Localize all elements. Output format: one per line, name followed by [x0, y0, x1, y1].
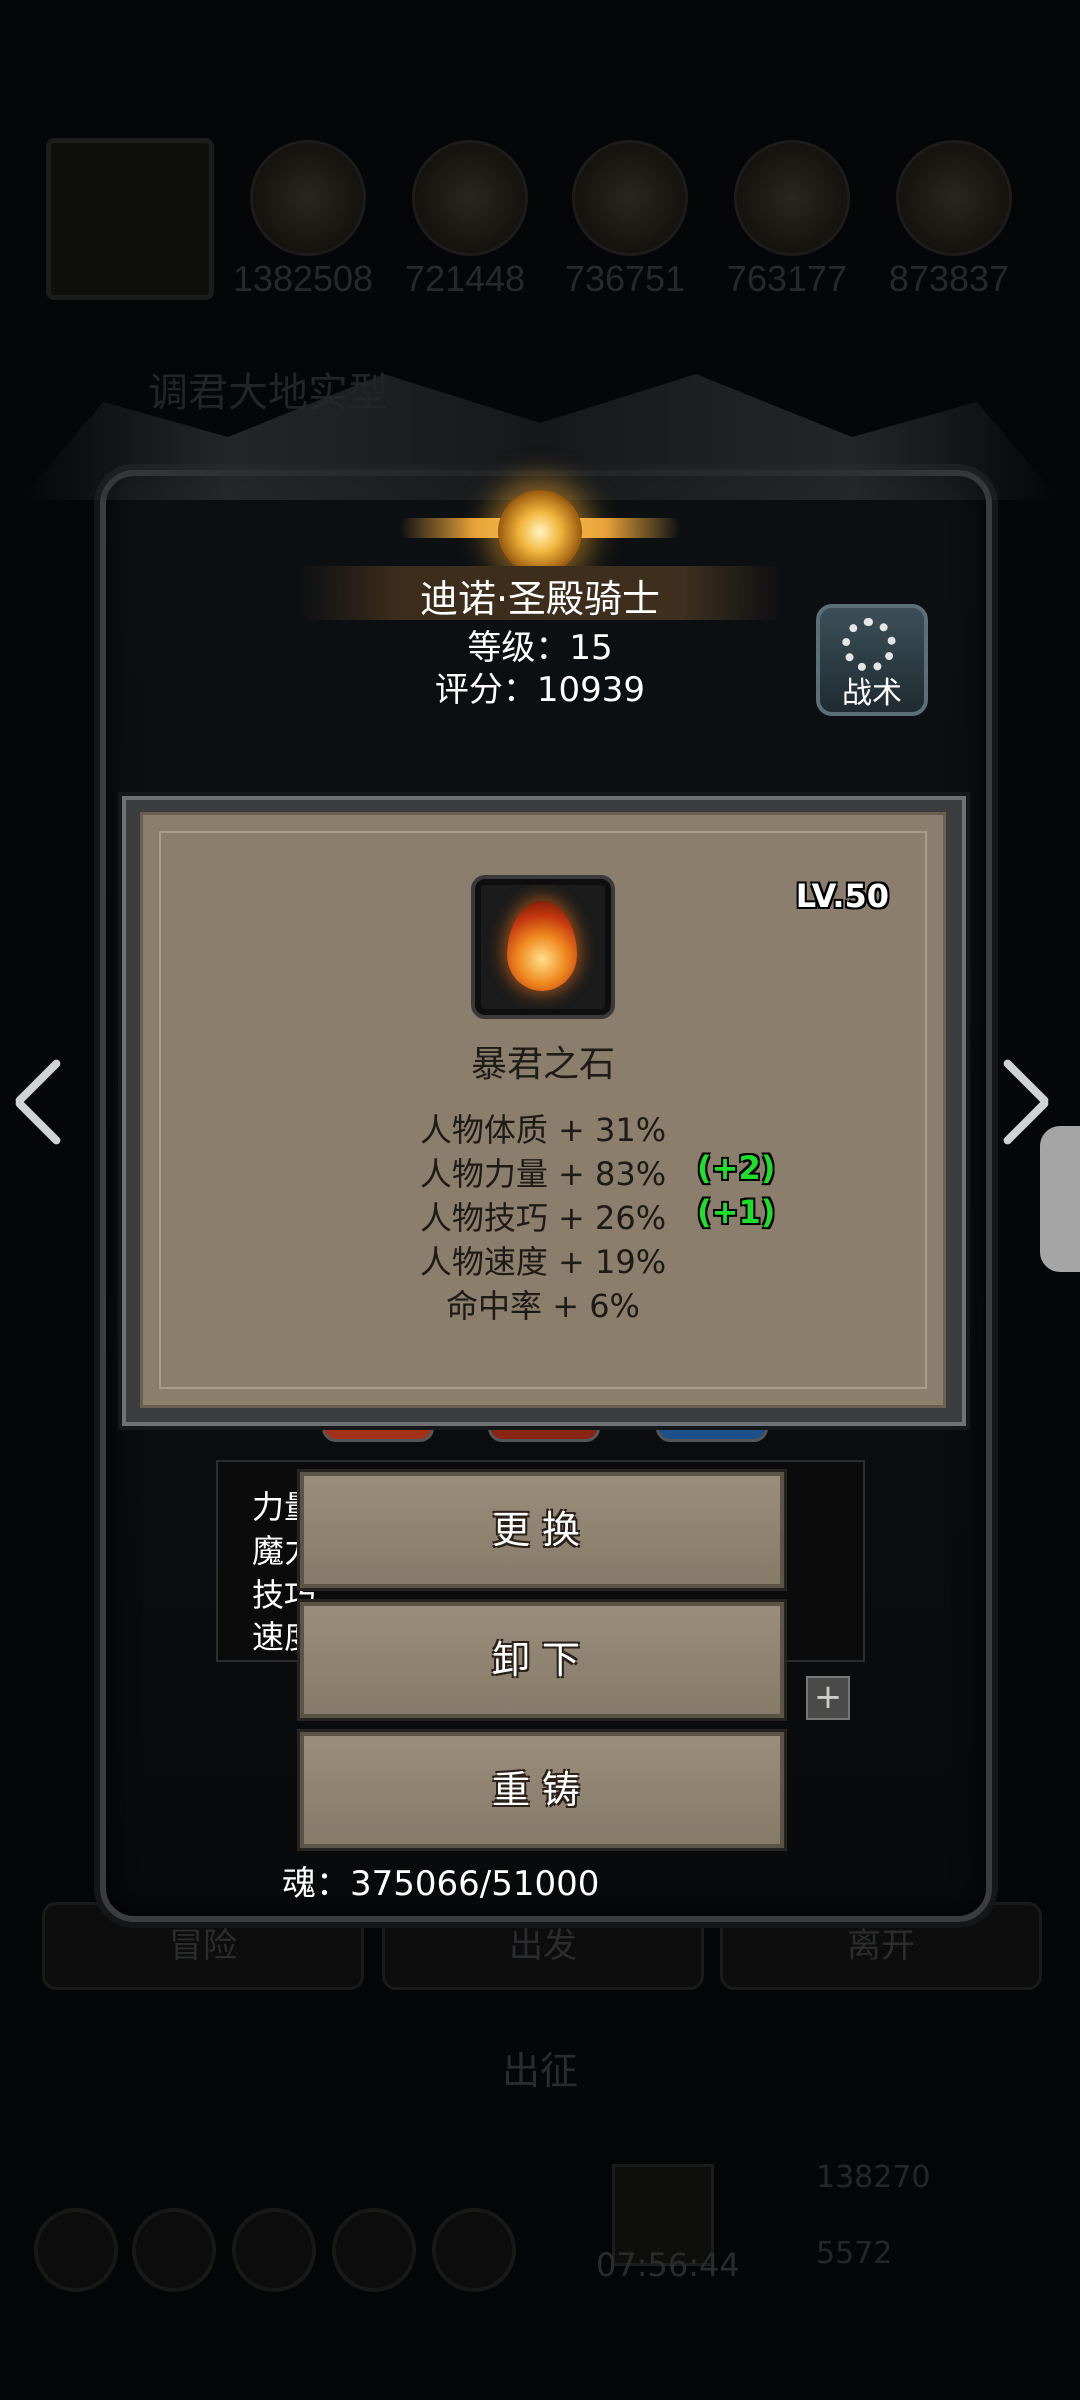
unequip-label: 卸下 — [491, 1638, 592, 1682]
reforge-button[interactable]: 重铸 — [300, 1732, 784, 1848]
expedition-label: 出征 — [501, 2049, 578, 2093]
item-stat: 人物体质 + 31% — [419, 1111, 667, 1149]
side-tab[interactable] — [1040, 1126, 1080, 1272]
item-stat: 人物力量 + 83% — [419, 1155, 667, 1193]
item-level: LV.50 — [795, 877, 889, 915]
replace-label: 更换 — [491, 1508, 592, 1552]
item-name: 暴君之石 — [470, 1044, 615, 1085]
item-stat: 人物技巧 + 26% — [419, 1199, 667, 1237]
resource-count: 1382508 — [232, 258, 374, 299]
gold-count: 138270 — [816, 2160, 931, 2195]
gem-count: 5572 — [816, 2236, 893, 2271]
hero-portrait — [46, 138, 214, 300]
gear-icon — [842, 618, 896, 672]
resource-icon-5 — [896, 140, 1012, 256]
prev-hero-arrow[interactable] — [0, 1048, 80, 1148]
resource-count: 736751 — [564, 258, 686, 299]
tactics-button[interactable]: 战术 — [816, 604, 928, 716]
stat-bonus: (+1) — [697, 1193, 776, 1231]
resource-icon-2 — [412, 140, 528, 256]
stat-bonus: (+2) — [697, 1149, 776, 1187]
bottom-nav-icon — [232, 2208, 316, 2292]
timer: 07:56:44 — [596, 2246, 740, 2284]
resource-count: 721448 — [404, 258, 526, 299]
resource-count: 763177 — [726, 258, 848, 299]
resource-icon-3 — [572, 140, 688, 256]
replace-button[interactable]: 更换 — [300, 1472, 784, 1588]
bottom-nav-icon — [132, 2208, 216, 2292]
item-stat: 命中率 + 6% — [446, 1287, 640, 1325]
tactics-label: 战术 — [842, 676, 902, 711]
soul-counter: 魂：375066/51000 — [282, 1864, 600, 1904]
resource-icon-1 — [250, 140, 366, 256]
resource-count: 873837 — [888, 258, 1010, 299]
add-button[interactable]: + — [806, 1676, 850, 1720]
reforge-label: 重铸 — [491, 1768, 592, 1812]
unequip-button[interactable]: 卸下 — [300, 1602, 784, 1718]
emblem-icon — [498, 490, 582, 574]
bottom-nav-icon — [332, 2208, 416, 2292]
hero-name: 迪诺·圣殿骑士 — [419, 577, 661, 621]
item-card: LV.50 暴君之石 人物体质 + 31% 人物力量 + 83% 人物技巧 + … — [140, 812, 946, 1408]
hero-score: 评分：10939 — [434, 670, 646, 710]
resource-icon-4 — [734, 140, 850, 256]
item-stat: 人物速度 + 19% — [419, 1243, 667, 1281]
bottom-nav-icon — [34, 2208, 118, 2292]
bottom-nav-icon — [432, 2208, 516, 2292]
flame-gem-icon — [507, 901, 577, 991]
item-icon-frame — [471, 875, 615, 1019]
